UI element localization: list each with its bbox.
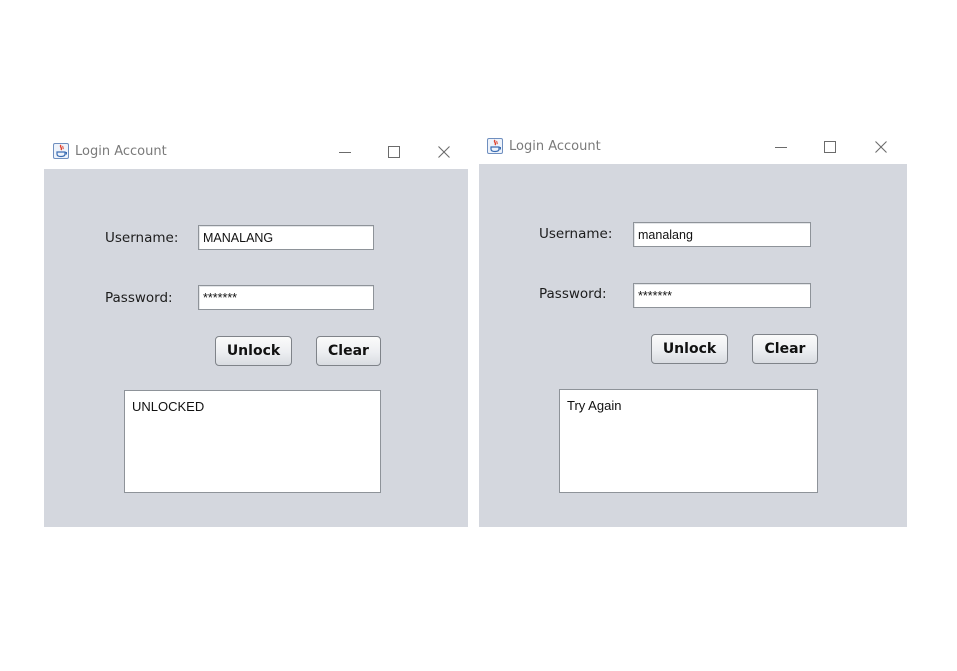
window-titlebar[interactable]: Login Account: [479, 132, 907, 164]
result-text-area[interactable]: Try Again: [559, 389, 818, 493]
window-title: Login Account: [75, 144, 167, 159]
close-icon[interactable]: [874, 140, 888, 154]
login-window-unlocked: Login Account Username: Password: Unlock…: [44, 137, 468, 527]
password-field[interactable]: [633, 283, 811, 308]
minimize-icon[interactable]: [774, 140, 788, 154]
username-label: Username:: [105, 230, 179, 246]
password-field[interactable]: [198, 285, 374, 310]
password-label: Password:: [539, 286, 607, 302]
minimize-icon[interactable]: [338, 145, 352, 159]
window-content-panel: Username: Password: Unlock Clear Try Aga…: [479, 164, 907, 527]
window-titlebar[interactable]: Login Account: [44, 137, 468, 169]
username-field[interactable]: [198, 225, 374, 250]
unlock-button[interactable]: Unlock: [651, 334, 728, 364]
username-label: Username:: [539, 226, 613, 242]
username-field[interactable]: [633, 222, 811, 247]
java-cup-icon: [53, 143, 69, 159]
java-cup-icon: [487, 138, 503, 154]
unlock-button[interactable]: Unlock: [215, 336, 292, 366]
result-text-area[interactable]: UNLOCKED: [124, 390, 381, 493]
close-icon[interactable]: [437, 145, 451, 159]
maximize-icon[interactable]: [387, 145, 401, 159]
clear-button[interactable]: Clear: [316, 336, 381, 366]
clear-button[interactable]: Clear: [752, 334, 818, 364]
password-label: Password:: [105, 290, 173, 306]
login-window-try-again: Login Account Username: Password: Unlock…: [479, 132, 907, 527]
window-title: Login Account: [509, 139, 601, 154]
window-content-panel: Username: Password: Unlock Clear UNLOCKE…: [44, 169, 468, 527]
maximize-icon[interactable]: [823, 140, 837, 154]
